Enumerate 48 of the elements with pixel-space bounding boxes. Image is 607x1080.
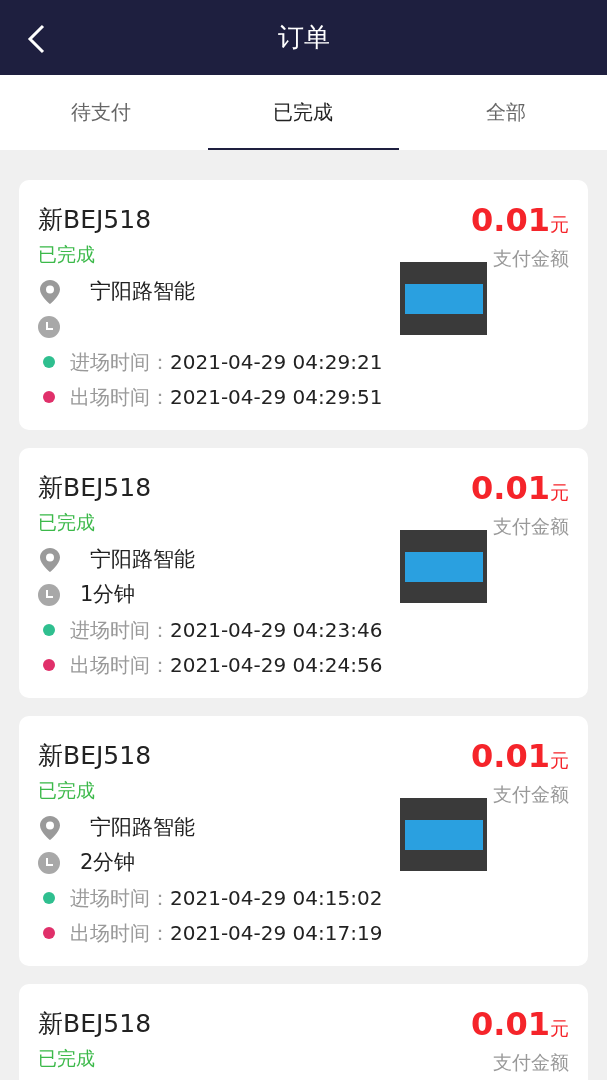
amount-label: 支付金额 [493,514,569,539]
amount-label: 支付金额 [493,782,569,807]
location-name: 宁阳路智能 [90,813,195,841]
location-name: 宁阳路智能 [90,277,195,305]
clock-icon [38,583,60,606]
time-label: 出场时间： [70,651,170,679]
tab[interactable]: 已完成 [208,75,399,150]
parking-duration: 1分钟 [80,580,136,608]
order-status: 已完成 [38,778,96,803]
time-value: 2021-04-29 04:24:56 [170,651,383,679]
parking-duration: 2分钟 [80,848,136,876]
time-value: 2021-04-29 04:17:19 [170,919,383,947]
currency-unit: 元 [550,1016,569,1041]
plate-number: 新BEJ518 [38,740,152,772]
time-label: 进场时间： [70,348,170,376]
location-pin-icon [40,279,60,304]
currency-unit: 元 [550,480,569,505]
location-pin-icon [40,815,60,840]
order-status: 已完成 [38,242,96,267]
location-pin-icon [40,547,60,572]
plate-number: 新BEJ518 [38,1008,152,1040]
amount: 0.01 [471,470,550,506]
tab[interactable]: 待支付 [6,75,197,150]
time-value: 2021-04-29 04:15:02 [170,884,383,912]
plate-number: 新BEJ518 [38,204,152,236]
order-status: 已完成 [38,1046,96,1071]
currency-unit: 元 [550,748,569,773]
order-status: 已完成 [38,510,96,535]
time-value: 2021-04-29 04:29:51 [170,383,383,411]
amount-label: 支付金额 [493,246,569,271]
amount: 0.01 [471,738,550,774]
amount-label: 支付金额 [493,1050,569,1075]
page-title: 订单 [277,21,330,54]
clock-icon [38,851,60,874]
time-value: 2021-04-29 04:29:21 [170,348,383,376]
back-icon[interactable] [26,24,46,54]
amount: 0.01 [471,202,550,238]
amount: 0.01 [471,1006,550,1042]
location-name: 宁阳路智能 [90,545,195,573]
time-label: 进场时间： [70,616,170,644]
plate-number: 新BEJ518 [38,472,152,504]
clock-icon [38,315,60,338]
time-label: 出场时间： [70,383,170,411]
time-value: 2021-04-29 04:23:46 [170,616,383,644]
time-label: 进场时间： [70,884,170,912]
currency-unit: 元 [550,212,569,237]
time-label: 出场时间： [70,919,170,947]
tab[interactable]: 全部 [410,75,601,150]
